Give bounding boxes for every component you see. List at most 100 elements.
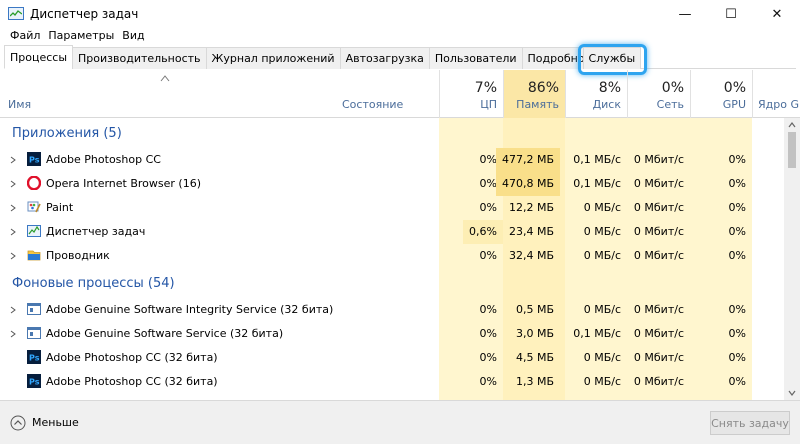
chevron-right-icon[interactable] [10,252,16,260]
cpu-value: 0% [479,327,497,340]
table-row[interactable]: Adobe Genuine Software Integrity Service… [0,298,784,322]
table-row[interactable]: Ps Adobe Photoshop CC (32 бита) 0% 4,5 М… [0,346,784,370]
memory-value: 477,2 МБ [495,148,560,172]
tab-users[interactable]: Пользователи [428,47,523,69]
disk-total: 8% [598,80,621,96]
gpu-value: 0% [728,201,746,214]
table-row[interactable]: Paint 0% 12,2 МБ 0 МБ/с 0 Мбит/с 0% [0,196,784,220]
column-gpu[interactable]: 0% GPU [690,70,752,118]
table-row[interactable]: Ps Adobe Photoshop CC (32 бита) 0% 1,3 М… [0,370,784,394]
disk-value: 0 МБ/с [583,201,621,214]
process-name: Paint [46,201,74,214]
disk-value: 0 МБ/с [583,303,621,316]
menu-view[interactable]: Вид [118,29,148,42]
window-controls: — ☐ ✕ [662,0,800,28]
photoshop-icon: Ps [27,374,41,388]
disk-value: 0,1 МБ/с [573,153,621,166]
gpu-value: 0% [728,327,746,340]
window-title: Диспетчер задач [30,7,139,21]
chevron-right-icon[interactable] [10,228,16,236]
column-name[interactable]: Имя [8,98,31,111]
close-button[interactable]: ✕ [754,0,800,28]
table-row[interactable]: Проводник 0% 32,4 МБ 0 МБ/с 0 Мбит/с 0% [0,244,784,268]
network-label: Сеть [656,98,684,111]
menu-options[interactable]: Параметры [44,29,118,42]
gpu-value: 0% [728,249,746,262]
cpu-label: ЦП [480,98,497,111]
process-name: Adobe Genuine Software Service (32 бита) [46,327,284,340]
disk-value: 0,1 МБ/с [573,327,621,340]
column-cpu[interactable]: 7% ЦП [439,70,503,118]
group-apps-label: Приложения (5) [12,126,122,141]
chevron-right-icon[interactable] [10,204,16,212]
table-row[interactable]: Ps Adobe Photoshop CC 0% 477,2 МБ 0,1 МБ… [0,148,784,172]
scroll-up-icon[interactable] [788,122,796,128]
column-state[interactable]: Состояние [342,98,403,111]
minimize-button[interactable]: — [662,0,708,28]
network-value: 0 Мбит/с [633,351,684,364]
table-row[interactable]: Диспетчер задач 0,6% 23,4 МБ 0 МБ/с 0 Мб… [0,220,784,244]
scrollbar-thumb[interactable] [788,132,796,168]
svg-text:Ps: Ps [29,378,40,387]
process-table: Имя Состояние 7% ЦП 86% Память 8% Диск 0… [0,70,800,400]
task-manager-icon [8,6,24,22]
sort-arrow-icon[interactable] [160,74,170,82]
chevron-right-icon[interactable] [10,330,16,338]
column-network[interactable]: 0% Сеть [627,70,690,118]
tab-app-history[interactable]: Журнал приложений [205,47,341,69]
tab-performance[interactable]: Производительность [72,47,207,69]
network-value: 0 Мбит/с [633,177,684,190]
footer-bar: Меньше Снять задачу [0,400,800,444]
column-memory[interactable]: 86% Память [503,70,565,118]
cpu-value: 0,6% [463,220,503,244]
cpu-value: 0% [479,303,497,316]
collapse-chevron-icon[interactable] [10,415,26,431]
network-value: 0 Мбит/с [633,249,684,262]
tab-services[interactable]: Службы [577,44,647,75]
memory-label: Память [516,98,559,111]
group-background-label: Фоновые процессы (54) [12,276,175,291]
end-task-button[interactable]: Снять задачу [710,411,790,435]
vertical-scrollbar[interactable] [784,118,800,400]
network-value: 0 Мбит/с [633,303,684,316]
memory-value: 32,4 МБ [508,249,554,262]
disk-value: 0 МБ/с [583,375,621,388]
folder-icon [27,250,41,261]
menu-file[interactable]: Файл [6,29,44,42]
process-name: Диспетчер задач [46,225,146,238]
tab-details[interactable]: Подробности [521,47,584,69]
paint-icon [27,201,41,213]
gpu-label: GPU [722,98,746,111]
memory-value: 12,2 МБ [508,201,554,214]
column-gpu-engine[interactable]: Ядро GPU [752,70,800,118]
maximize-button[interactable]: ☐ [708,0,754,28]
opera-icon [27,176,41,190]
process-name: Проводник [46,249,110,262]
gpu-value: 0% [728,225,746,238]
menu-bar: Файл Параметры Вид [0,26,149,44]
group-background[interactable]: Фоновые процессы (54) [0,270,784,298]
process-name: Adobe Photoshop CC (32 бита) [46,375,218,388]
chevron-right-icon[interactable] [10,180,16,188]
memory-value: 470,8 МБ [495,172,560,196]
tab-processes[interactable]: Процессы [4,45,74,69]
tab-bar: Процессы Производительность Журнал прило… [4,44,796,75]
gpu-value: 0% [728,375,746,388]
scroll-down-icon[interactable] [788,390,796,396]
process-name: Opera Internet Browser (16) [46,177,201,190]
memory-value: 4,5 МБ [515,351,554,364]
gpu-value: 0% [728,303,746,316]
memory-value: 23,4 МБ [508,225,554,238]
table-header: Имя Состояние 7% ЦП 86% Память 8% Диск 0… [0,70,800,118]
chevron-right-icon[interactable] [10,156,16,164]
group-apps[interactable]: Приложения (5) [0,120,784,148]
table-row[interactable]: Adobe Genuine Software Service (32 бита)… [0,322,784,346]
tab-startup[interactable]: Автозагрузка [339,47,430,69]
cpu-value: 0% [479,177,497,190]
table-row[interactable]: Opera Internet Browser (16) 0% 470,8 МБ … [0,172,784,196]
svg-text:Ps: Ps [29,156,40,165]
svg-text:Ps: Ps [29,354,40,363]
chevron-right-icon[interactable] [10,306,16,314]
column-disk[interactable]: 8% Диск [565,70,627,118]
fewer-details-button[interactable]: Меньше [32,416,79,429]
